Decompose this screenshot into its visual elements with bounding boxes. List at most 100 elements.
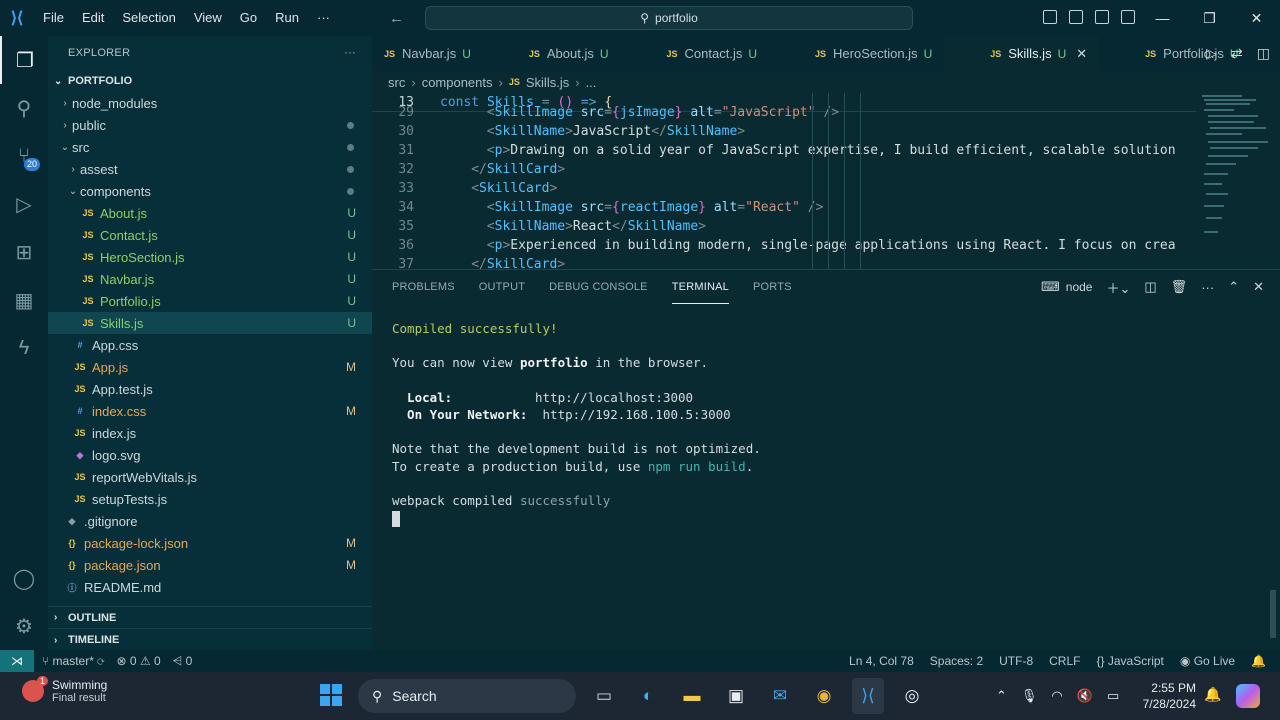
chrome-icon[interactable]: ◉ xyxy=(808,678,840,714)
code-line[interactable]: 35 <SkillName>React</SkillName> xyxy=(372,217,1196,236)
tree-file[interactable]: JS About.js U xyxy=(48,202,372,224)
tree-file[interactable]: # index.css M xyxy=(48,400,372,422)
remote-indicator-icon[interactable]: ⋊ xyxy=(0,650,34,672)
menu-run[interactable]: Run xyxy=(266,0,308,36)
tree-file[interactable]: ⓘ README.md xyxy=(48,576,372,598)
docker-icon[interactable]: ▦ xyxy=(0,276,48,324)
code-line[interactable]: 37 </SkillCard> xyxy=(372,255,1196,269)
branch-status[interactable]: ⑂ master* ⟳ xyxy=(42,654,104,669)
search-icon[interactable]: ⚲ xyxy=(0,84,48,132)
restore-button[interactable]: ❐ xyxy=(1186,0,1233,36)
close-window-button[interactable]: ✕ xyxy=(1233,0,1280,36)
run-debug-icon[interactable]: ▷ xyxy=(0,180,48,228)
extensions-icon[interactable]: ⊞ xyxy=(0,228,48,276)
outline-section[interactable]: › OUTLINE xyxy=(48,607,372,629)
code-line[interactable]: 29 <SkillImage src={jsImage} alt="JavaScr… xyxy=(372,103,1196,122)
tab-problems[interactable]: PROBLEMS xyxy=(392,270,455,304)
new-terminal-icon[interactable]: ＋⌄ xyxy=(1106,278,1130,297)
code-line[interactable]: 30 <SkillName>JavaScript</SkillName> xyxy=(372,122,1196,141)
tree-file[interactable]: JS App.js M xyxy=(48,356,372,378)
file-explorer-icon[interactable]: ▬ xyxy=(676,678,708,714)
language-mode[interactable]: {} JavaScript xyxy=(1096,654,1163,668)
tree-file[interactable]: ◆ .gitignore xyxy=(48,510,372,532)
menu-go[interactable]: Go xyxy=(231,0,266,36)
wifi-icon[interactable]: ◠ xyxy=(1051,688,1062,704)
menu-view[interactable]: View xyxy=(185,0,231,36)
tree-file[interactable]: JS index.js xyxy=(48,422,372,444)
explorer-icon[interactable]: ❐ xyxy=(0,36,48,84)
terminal-local-url[interactable]: http://localhost:3000 xyxy=(535,390,693,405)
tab-debug-console[interactable]: DEBUG CONSOLE xyxy=(549,270,648,304)
start-button-icon[interactable] xyxy=(320,684,342,706)
trash-icon[interactable]: 🗑 xyxy=(1171,279,1188,295)
close-panel-icon[interactable]: ✕ xyxy=(1253,279,1264,295)
code-line[interactable]: 34 <SkillImage src={reactImage} alt="Reac… xyxy=(372,198,1196,217)
mail-icon[interactable]: ✉ xyxy=(764,678,796,714)
ports-status[interactable]: ⩤ 0 xyxy=(173,654,193,669)
toggle-panel-icon[interactable] xyxy=(1069,10,1083,24)
indentation[interactable]: Spaces: 2 xyxy=(930,654,983,668)
tree-file[interactable]: JS Portfolio.js U xyxy=(48,290,372,312)
tree-file[interactable]: JS Contact.js U xyxy=(48,224,372,246)
tree-file[interactable]: ◈ logo.svg xyxy=(48,444,372,466)
tree-folder[interactable]: › node_modules xyxy=(48,92,372,114)
end-of-line[interactable]: CRLF xyxy=(1049,654,1080,668)
tree-folder[interactable]: ⌄ components xyxy=(48,180,372,202)
tree-folder[interactable]: ⌄ src xyxy=(48,136,372,158)
tree-folder[interactable]: › public xyxy=(48,114,372,136)
code-line[interactable]: 33 <SkillCard> xyxy=(372,179,1196,198)
settings-icon[interactable]: ⚙ xyxy=(0,602,48,650)
menu-edit[interactable]: Edit xyxy=(73,0,113,36)
cursor-position[interactable]: Ln 4, Col 78 xyxy=(849,654,914,668)
tree-file[interactable]: {} package-lock.json M xyxy=(48,532,372,554)
editor-tab[interactable]: JS Skills.js U ✕ xyxy=(944,36,1100,71)
tree-file[interactable]: JS Skills.js U xyxy=(48,312,372,334)
menu-selection[interactable]: Selection xyxy=(113,0,184,36)
remote-icon[interactable]: ϟ xyxy=(0,324,48,372)
tree-file[interactable]: {} package.json M xyxy=(48,554,372,576)
code-line[interactable]: 32 </SkillCard> xyxy=(372,160,1196,179)
code-line[interactable]: 36 <p>Experienced in building modern, sin… xyxy=(372,236,1196,255)
edge-icon[interactable]: ◐ xyxy=(632,678,664,714)
code-line[interactable]: 31 <p>Drawing on a solid year of JavaScri… xyxy=(372,141,1196,160)
clock[interactable]: 2:55 PM 7/28/2024 xyxy=(1140,680,1196,712)
store-icon[interactable]: ▣ xyxy=(720,678,752,714)
editor-tab[interactable]: JS About.js U xyxy=(483,36,621,71)
breadcrumb-file[interactable]: Skills.js xyxy=(526,75,569,90)
terminal-shell-name[interactable]: node xyxy=(1066,280,1093,294)
tab-terminal[interactable]: TERMINAL xyxy=(671,270,729,304)
compare-icon[interactable]: ⇄ xyxy=(1231,45,1243,62)
terminal-network-url[interactable]: http://192.168.100.5:3000 xyxy=(543,407,731,422)
volume-icon[interactable]: 🔇 xyxy=(1077,688,1093,704)
editor-tab[interactable]: JS HeroSection.js U xyxy=(769,36,944,71)
battery-icon[interactable]: ▭ xyxy=(1107,688,1119,704)
source-control-icon[interactable]: ⑂ 20 xyxy=(0,132,48,180)
toggle-secondary-sidebar-icon[interactable] xyxy=(1095,10,1109,24)
close-tab-icon[interactable]: ✕ xyxy=(1076,46,1087,62)
vscode-taskbar-icon[interactable]: ⟩⟨ xyxy=(852,678,884,714)
microphone-icon[interactable]: 🎙 xyxy=(1021,688,1038,704)
timeline-section[interactable]: › TIMELINE xyxy=(48,629,372,651)
account-icon[interactable]: ◯ xyxy=(0,554,48,602)
taskbar-search[interactable]: ⚲ Search xyxy=(358,679,576,713)
more-actions-icon[interactable]: ··· xyxy=(1201,280,1214,295)
tab-output[interactable]: OUTPUT xyxy=(479,270,525,304)
tree-file[interactable]: # App.css xyxy=(48,334,372,356)
minimap[interactable] xyxy=(1196,93,1280,269)
widgets-button[interactable]: Swimming Final result xyxy=(22,676,107,704)
toggle-sidebar-icon[interactable] xyxy=(1043,10,1057,24)
problems-status[interactable]: ⊗ 0 ⚠ 0 xyxy=(116,654,160,669)
back-arrow-icon[interactable]: ← xyxy=(389,10,404,27)
maximize-panel-icon[interactable]: ⌃ xyxy=(1228,279,1239,295)
panel-scrollbar[interactable] xyxy=(1270,590,1276,638)
tree-folder[interactable]: › assest xyxy=(48,158,372,180)
code-editor[interactable]: 13 const Skills = () => { 29 <SkillImage … xyxy=(372,93,1196,269)
notifications-icon[interactable]: 🔔 xyxy=(1251,654,1266,668)
tree-file[interactable]: JS setupTests.js xyxy=(48,488,372,510)
obs-icon[interactable]: ◎ xyxy=(896,678,928,714)
tab-ports[interactable]: PORTS xyxy=(753,270,792,304)
split-editor-icon[interactable]: ◫ xyxy=(1257,45,1270,62)
chevron-up-icon[interactable]: ⌃ xyxy=(996,688,1007,704)
editor-tab[interactable]: JS Contact.js U xyxy=(621,36,769,71)
tree-file[interactable]: JS HeroSection.js U xyxy=(48,246,372,268)
